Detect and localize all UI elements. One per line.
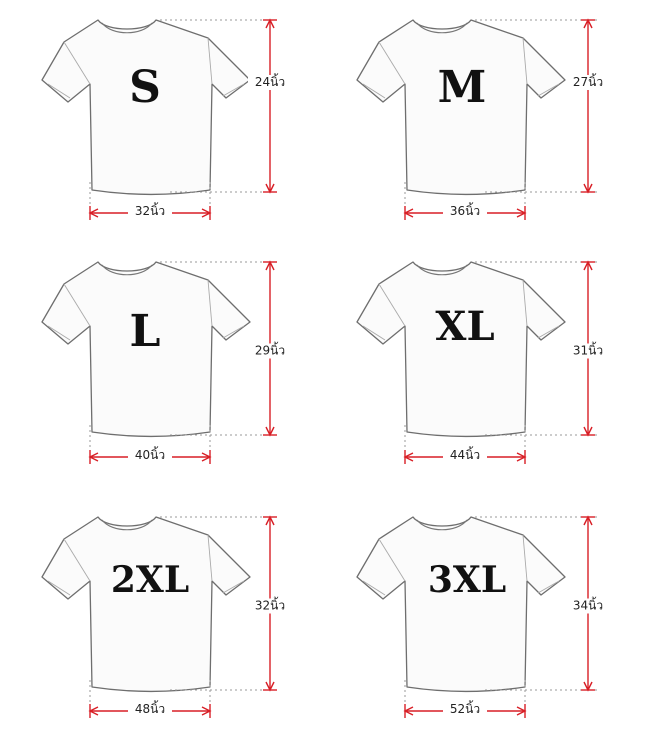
chest-measure: 32นิ้ว [88, 202, 212, 220]
length-value: 24นิ้ว [255, 73, 285, 89]
size-panel-xl: XL 31นิ้ว 44นิ้ว [356, 260, 610, 465]
chest-value: 52นิ้ว [450, 700, 480, 716]
tshirt-icon [41, 516, 251, 693]
chest-measure: 36นิ้ว [403, 202, 527, 220]
size-panel-s: S 24นิ้ว 32นิ้ว [41, 18, 292, 221]
size-panel-m: M 27นิ้ว 36นิ้ว [356, 18, 610, 221]
length-measure: 32นิ้ว [248, 515, 292, 692]
size-panel-2xl: 2XL 32นิ้ว 48นิ้ว [41, 515, 292, 719]
size-panel-l: L 29นิ้ว 40นิ้ว [41, 260, 292, 465]
size-label: S [129, 62, 161, 113]
chest-measure: 40นิ้ว [88, 446, 212, 464]
size-label: L [130, 306, 161, 357]
length-measure: 31นิ้ว [566, 260, 610, 437]
length-value: 29นิ้ว [255, 342, 285, 358]
size-label: 2XL [111, 559, 189, 601]
chest-value: 44นิ้ว [450, 446, 480, 462]
size-panel-3xl: 3XL 34นิ้ว 52นิ้ว [356, 515, 610, 719]
chest-value: 48นิ้ว [135, 700, 165, 716]
length-value: 34นิ้ว [573, 597, 603, 613]
chest-measure: 48นิ้ว [88, 700, 212, 718]
length-measure: 34นิ้ว [566, 515, 610, 692]
chest-value: 36นิ้ว [450, 202, 480, 218]
length-measure: 29นิ้ว [248, 260, 292, 437]
chest-value: 40นิ้ว [135, 446, 165, 462]
chest-measure: 52นิ้ว [403, 700, 527, 718]
length-value: 27นิ้ว [573, 73, 603, 89]
size-chart: S 24นิ้ว 32นิ้ว M 27นิ้ว 36นิ้ว L 29นิ้ว 40นิ้ว X… [41, 18, 610, 719]
tshirt-icon [356, 516, 566, 693]
size-label: M [438, 62, 487, 113]
length-value: 32นิ้ว [255, 597, 285, 613]
size-label: XL [435, 303, 494, 350]
chest-value: 32นิ้ว [135, 202, 165, 218]
length-measure: 24นิ้ว [248, 18, 292, 194]
length-measure: 27นิ้ว [566, 18, 610, 194]
length-value: 31นิ้ว [573, 342, 603, 358]
size-label: 3XL [428, 559, 506, 601]
chest-measure: 44นิ้ว [403, 446, 527, 464]
